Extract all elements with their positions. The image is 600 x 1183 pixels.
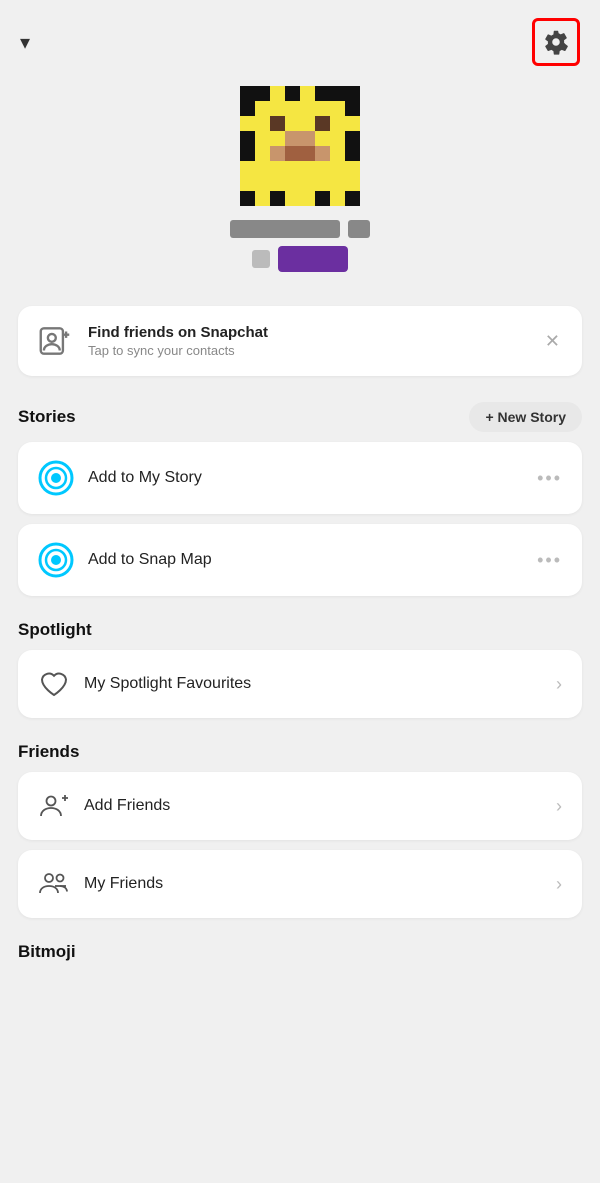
spotlight-section-header: Spotlight bbox=[0, 612, 600, 650]
my-story-icon bbox=[38, 460, 74, 496]
snap-map-icon bbox=[38, 542, 74, 578]
card-left: My Spotlight Favourites bbox=[38, 668, 251, 700]
avatar-section bbox=[0, 76, 600, 296]
friends-title: Friends bbox=[18, 742, 79, 762]
my-story-label: Add to My Story bbox=[88, 469, 202, 487]
add-friends-icon bbox=[38, 790, 70, 822]
gear-icon bbox=[543, 29, 569, 55]
card-left: Add to Snap Map bbox=[38, 542, 212, 578]
new-story-button[interactable]: + New Story bbox=[469, 402, 582, 432]
bitmoji-section: Bitmoji bbox=[0, 934, 600, 966]
name-placeholder bbox=[230, 220, 340, 238]
spotlight-title: Spotlight bbox=[18, 620, 92, 640]
avatar-image bbox=[240, 86, 360, 206]
sub-row bbox=[252, 246, 348, 272]
username-area bbox=[230, 220, 370, 272]
card-left: Add Friends bbox=[38, 790, 170, 822]
snap-map-label: Add to Snap Map bbox=[88, 551, 212, 569]
card-left: Add to My Story bbox=[38, 460, 202, 496]
add-contact-icon bbox=[36, 322, 74, 360]
find-friends-left: Find friends on Snapchat Tap to sync you… bbox=[36, 322, 268, 360]
chevron-right-icon: › bbox=[556, 674, 562, 695]
heart-icon bbox=[38, 668, 70, 700]
find-friends-title: Find friends on Snapchat bbox=[88, 324, 268, 341]
find-friends-subtitle: Tap to sync your contacts bbox=[88, 343, 268, 358]
settings-button[interactable] bbox=[532, 18, 580, 66]
chevron-right-icon: › bbox=[556, 796, 562, 817]
spotlight-favourites-card[interactable]: My Spotlight Favourites › bbox=[18, 650, 582, 718]
my-friends-card[interactable]: My Friends › bbox=[18, 850, 582, 918]
find-friends-card[interactable]: Find friends on Snapchat Tap to sync you… bbox=[18, 306, 582, 376]
my-friends-label: My Friends bbox=[84, 875, 163, 893]
sub-placeholder-tiny bbox=[252, 250, 270, 268]
snap-map-menu-button[interactable]: ••• bbox=[537, 550, 562, 571]
avatar[interactable] bbox=[240, 86, 360, 206]
top-bar: ▾ bbox=[0, 0, 600, 76]
add-to-snap-map-card[interactable]: Add to Snap Map ••• bbox=[18, 524, 582, 596]
my-friends-icon bbox=[38, 868, 70, 900]
name-placeholder-small bbox=[348, 220, 370, 238]
add-friends-label: Add Friends bbox=[84, 797, 170, 815]
add-friends-card[interactable]: Add Friends › bbox=[18, 772, 582, 840]
bitmoji-title: Bitmoji bbox=[18, 942, 76, 961]
spotlight-favourites-label: My Spotlight Favourites bbox=[84, 675, 251, 693]
add-to-my-story-card[interactable]: Add to My Story ••• bbox=[18, 442, 582, 514]
card-left: My Friends bbox=[38, 868, 163, 900]
stories-title: Stories bbox=[18, 407, 76, 427]
name-bar bbox=[230, 220, 370, 238]
chevron-right-icon: › bbox=[556, 874, 562, 895]
stories-section-header: Stories + New Story bbox=[0, 394, 600, 442]
sub-placeholder-purple bbox=[278, 246, 348, 272]
friends-section-header: Friends bbox=[0, 734, 600, 772]
my-story-menu-button[interactable]: ••• bbox=[537, 468, 562, 489]
close-button[interactable]: ✕ bbox=[541, 327, 564, 356]
chevron-down-icon[interactable]: ▾ bbox=[20, 30, 30, 55]
find-friends-text: Find friends on Snapchat Tap to sync you… bbox=[88, 324, 268, 358]
